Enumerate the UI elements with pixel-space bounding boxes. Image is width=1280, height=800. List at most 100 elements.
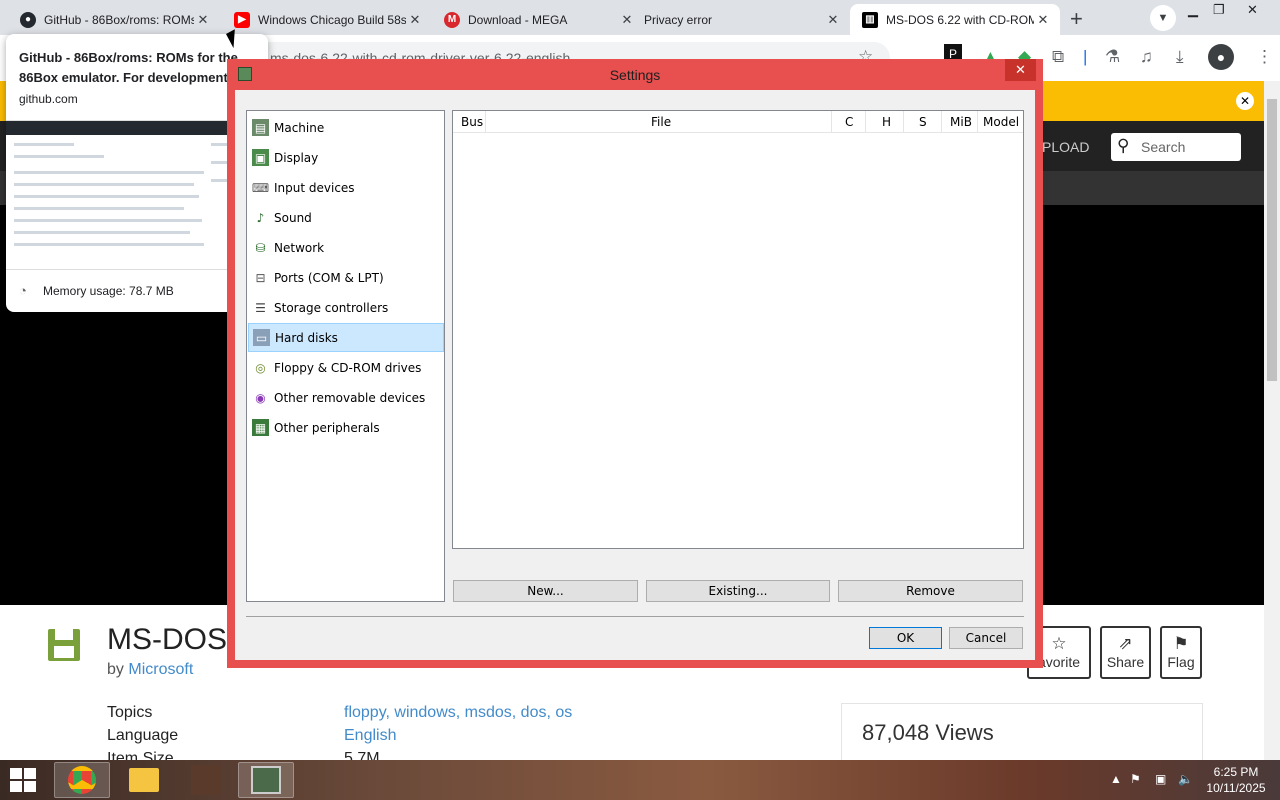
floppy-disk-icon [48,629,80,661]
language-link[interactable]: English [344,727,396,745]
upload-link[interactable]: PLOAD [1042,139,1089,155]
memory-gauge-icon: ◔ [19,283,27,298]
folder-icon [129,768,159,792]
taskbar-86box[interactable] [238,762,294,798]
hovercard-title: GitHub - 86Box/roms: ROMs for the 86Box … [19,50,243,85]
column-separator[interactable] [865,111,866,133]
github-icon: ● [20,11,36,28]
column-header-bus[interactable]: Bus [461,115,483,129]
memory-usage: Memory usage: 78.7 MB [43,284,174,298]
close-icon[interactable]: ✕ [406,12,424,28]
category-label: Display [274,150,319,165]
thumbnail-line [14,207,184,210]
category-label: Floppy & CD-ROM drives [274,360,422,375]
taskbar-chrome[interactable] [54,762,110,798]
search-icon: ⚲ [1117,136,1130,155]
action-center-flag-icon[interactable]: ⚑ [1130,772,1141,786]
tab-privacy-error[interactable]: Privacy error ✕ [632,4,850,35]
remove-disk-button[interactable]: Remove [838,580,1023,602]
tab-title: MS-DOS 6.22 with CD-ROM [886,12,1034,27]
network-tray-icon[interactable]: ▣ [1155,772,1166,786]
window-close-icon[interactable]: ✕ [1247,2,1258,18]
close-icon[interactable]: ✕ [1034,12,1052,28]
column-header-h[interactable]: H [882,115,891,129]
hard-disk-list[interactable]: Bus File C H S MiB Model [452,110,1024,549]
cancel-button[interactable]: Cancel [949,627,1023,649]
windows-taskbar: ▲ ⚑ ▣ 🔈 6:25 PM 10/11/2025 [0,760,1280,800]
close-icon[interactable]: ✕ [824,12,842,28]
topics-links[interactable]: floppy, windows, msdos, dos, os [344,704,572,722]
column-separator[interactable] [941,111,942,133]
tray-overflow-icon[interactable]: ▲ [1110,772,1122,786]
category-label: Hard disks [275,330,338,345]
category-label: Other peripherals [274,420,380,435]
category-other-peripherals[interactable]: ▦ Other peripherals [248,413,444,442]
dialog-close-icon[interactable]: ✕ [1005,59,1036,81]
hovercard-domain: github.com [19,92,78,106]
close-icon[interactable]: ✕ [194,12,212,28]
volume-muted-icon[interactable]: 🔈 [1178,772,1193,786]
media-control-icon[interactable]: ♫ [1140,47,1153,67]
column-separator[interactable] [903,111,904,133]
author-link[interactable]: Microsoft [128,661,193,678]
minimize-icon[interactable]: ▁ [1188,2,1198,18]
ok-button[interactable]: OK [869,627,942,649]
labs-flask-icon[interactable]: ⚗ [1105,47,1120,67]
category-floppy-cdrom[interactable]: ◎ Floppy & CD-ROM drives [248,353,444,382]
menu-kebab-icon[interactable]: ⋮ [1256,47,1273,67]
thumbnail-line [14,219,202,222]
tab-title: Windows Chicago Build 58s [258,12,406,27]
scrollbar-thumb[interactable] [1267,99,1277,381]
dialog-separator [246,616,1024,617]
category-network[interactable]: ⛁ Network [248,233,444,262]
meta-key: Language [107,727,179,744]
banner-close-icon[interactable]: ✕ [1236,92,1254,110]
tab-search-chevron-icon[interactable]: ▼ [1150,5,1176,31]
column-separator[interactable] [977,111,978,133]
network-icon: ⛁ [255,240,266,255]
extensions-puzzle-icon[interactable]: ⧉ [1052,47,1064,67]
column-separator[interactable] [831,111,832,133]
new-disk-button[interactable]: New... [453,580,638,602]
clock-date: 10/11/2025 [1206,781,1266,795]
tab-github[interactable]: ● GitHub - 86Box/roms: ROMs for the ✕ [8,4,220,35]
category-input-devices[interactable]: ⌨ Input devices [248,173,444,202]
taskbar-file-explorer[interactable] [116,762,172,798]
column-separator[interactable] [485,111,486,133]
column-header-mib[interactable]: MiB [950,115,972,129]
tab-archive-active[interactable]: ▥ MS-DOS 6.22 with CD-ROM ✕ [850,4,1060,35]
thumbnail-line [14,195,199,198]
category-storage-controllers[interactable]: ☰ Storage controllers [248,293,444,322]
category-ports[interactable]: ⊟ Ports (COM & LPT) [248,263,444,292]
column-header-c[interactable]: C [845,115,853,129]
tab-youtube[interactable]: ▶ Windows Chicago Build 58s ✕ [222,4,432,35]
dialog-title: Settings [609,67,661,83]
category-hard-disks[interactable]: ▭ Hard disks [248,323,444,352]
existing-disk-button[interactable]: Existing... [646,580,830,602]
share-button[interactable]: ⇗ Share [1100,626,1151,679]
profile-avatar-icon[interactable]: ● [1208,44,1234,70]
taskbar-clock[interactable]: 6:25 PM 10/11/2025 [1200,764,1272,796]
start-windows-icon[interactable] [10,768,38,792]
download-icon[interactable]: ⤓ [1176,47,1184,67]
column-header-file[interactable]: File [651,115,671,129]
category-machine[interactable]: ▤ Machine [248,113,444,142]
column-header-model[interactable]: Model [983,115,1019,129]
category-other-removable[interactable]: ◉ Other removable devices [248,383,444,412]
restore-icon[interactable]: ❐ [1213,2,1225,18]
site-search-input[interactable]: ⚲ Search [1111,133,1241,161]
taskbar-game[interactable] [178,762,234,798]
page-scrollbar[interactable] [1264,81,1280,760]
dialog-titlebar[interactable]: Settings ✕ [227,59,1043,90]
category-display[interactable]: ▣ Display [248,143,444,172]
views-count: 87,048 Views [841,703,1203,763]
flag-button[interactable]: ⚑ Flag [1160,626,1202,679]
category-label: Other removable devices [274,390,426,405]
tab-title: Download - MEGA [468,12,568,27]
sound-icon: ♪ [256,210,265,225]
new-tab-plus-icon[interactable]: + [1070,6,1083,32]
youtube-icon: ▶ [234,11,250,28]
category-sound[interactable]: ♪ Sound [248,203,444,232]
column-header-s[interactable]: S [919,115,927,129]
tab-mega[interactable]: M Download - MEGA ✕ [432,4,644,35]
